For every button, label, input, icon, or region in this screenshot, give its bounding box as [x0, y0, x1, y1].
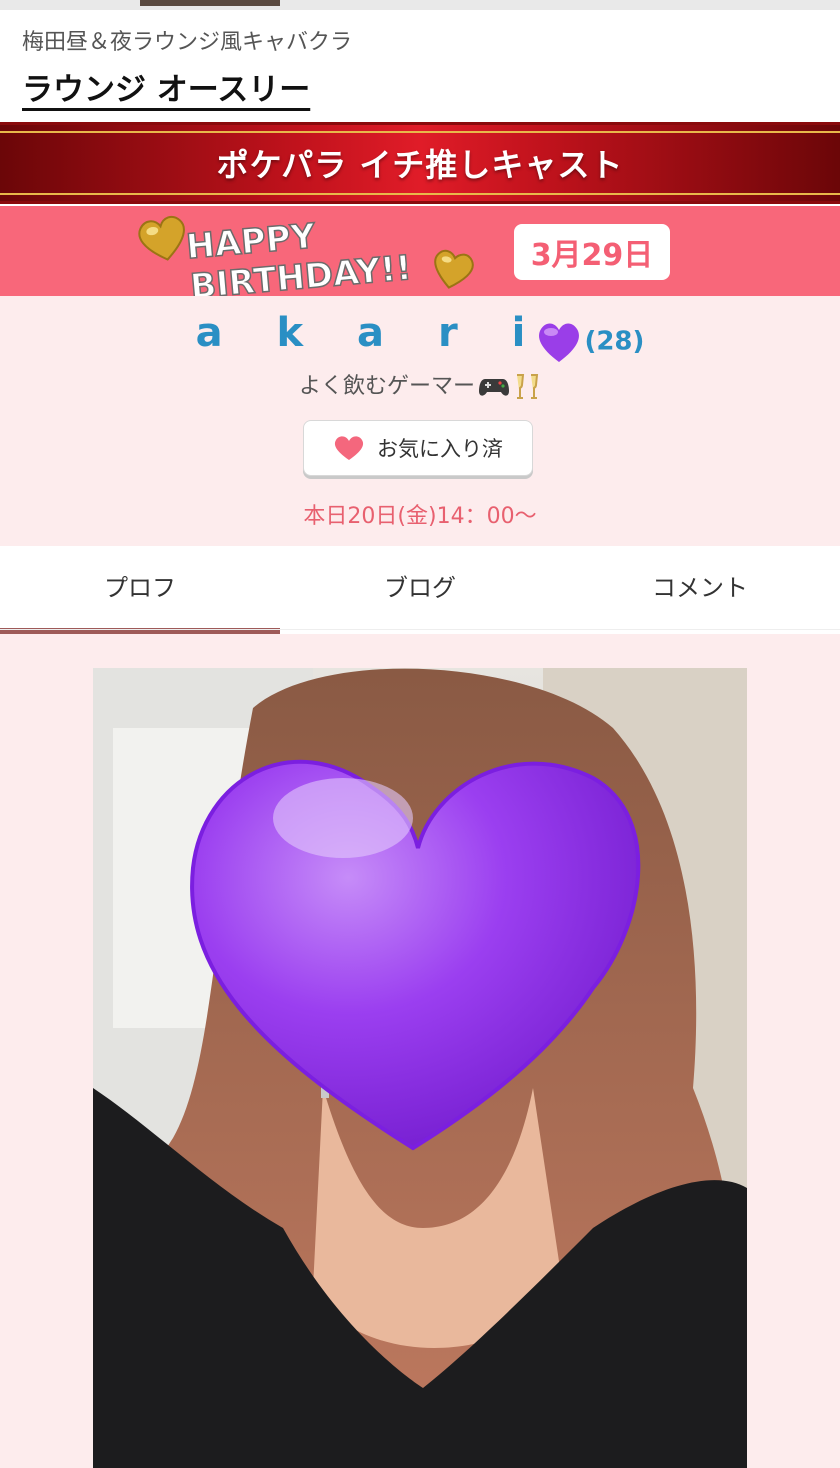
cast-catchphrase: よく飲むゲーマー — [298, 374, 475, 399]
favorite-button[interactable]: お気に入り済 — [303, 420, 533, 476]
tab-profile[interactable]: プロフ — [0, 546, 280, 634]
birthday-date-badge: 3月29日 — [514, 224, 670, 280]
banner-label: ポケパラ イチ推しキャスト — [216, 146, 624, 184]
cast-name: a k a r i — [195, 310, 546, 356]
gold-heart-icon — [138, 215, 185, 261]
cast-name-row: a k a r i (28) — [0, 310, 840, 364]
featured-cast-banner: ポケパラ イチ推しキャスト — [0, 122, 840, 204]
happy-birthday-art: HAPPY BIRTHDAY!! — [138, 215, 474, 296]
favorite-button-label: お気に入り済 — [377, 437, 503, 461]
tab-blog[interactable]: ブログ — [280, 546, 560, 634]
game-controller-icon — [479, 379, 509, 396]
purple-heart-icon — [539, 322, 580, 362]
cast-age: (28) — [584, 326, 645, 357]
cast-profile: a k a r i (28) よく飲むゲーマー お気に入り済 本日20日(金)1… — [0, 296, 840, 546]
tabs-divider — [0, 629, 840, 630]
profile-tabs: プロフ ブログ コメント — [0, 546, 840, 634]
work-schedule: 本日20日(金)14：00〜 — [303, 504, 537, 529]
profile-content — [0, 634, 840, 1468]
heart-icon — [334, 436, 364, 460]
shop-name-link[interactable]: ラウンジ オースリー — [22, 64, 310, 109]
cast-photo[interactable] — [93, 668, 747, 1468]
champagne-glasses-icon — [517, 374, 539, 399]
shop-subtitle: 梅田昼＆夜ラウンジ風キャバクラ — [22, 30, 353, 55]
tab-comment[interactable]: コメント — [560, 546, 840, 634]
shop-header: 梅田昼＆夜ラウンジ風キャバクラ ラウンジ オースリー — [0, 10, 840, 122]
birthday-bar: HAPPY BIRTHDAY!! 3月29日 — [0, 206, 840, 296]
gold-heart-icon — [434, 249, 474, 289]
top-strip — [0, 0, 840, 10]
cast-photo-illustration — [93, 668, 747, 1468]
top-tab-indicator — [140, 0, 280, 6]
cast-catchphrase-row: よく飲むゲーマー — [0, 368, 840, 401]
